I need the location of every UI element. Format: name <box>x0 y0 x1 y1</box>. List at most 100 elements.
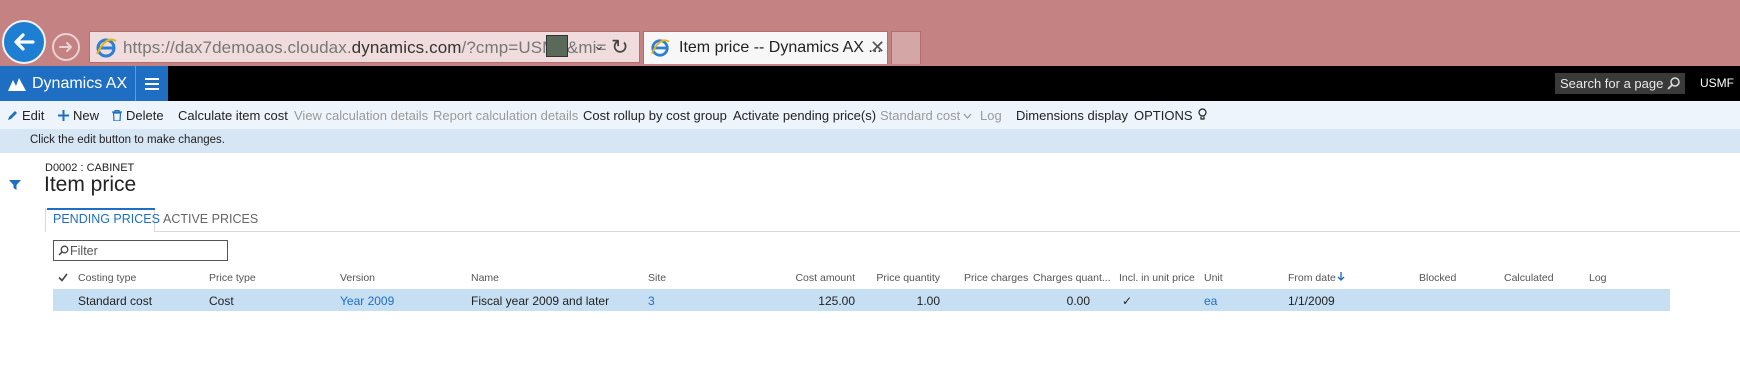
cell-cost-amount: 125.00 <box>818 294 855 308</box>
new-tab-button[interactable] <box>891 31 921 64</box>
lightbulb-button[interactable] <box>1198 108 1211 121</box>
brand-name: Dynamics AX <box>32 74 128 92</box>
tab-active-prices[interactable]: ACTIVE PRICES <box>163 212 258 226</box>
report-calculation-details-button[interactable]: Report calculation details <box>433 108 578 123</box>
close-icon[interactable]: ✕ <box>870 37 885 58</box>
cell-charges-quantity: 0.00 <box>1066 294 1090 308</box>
address-prefix: https://dax7demoaos.cloudax. <box>123 38 352 57</box>
cell-version-link[interactable]: Year 2009 <box>340 294 394 308</box>
column-header-incl-in-unit-price[interactable]: Incl. in unit price <box>1119 272 1195 284</box>
back-button[interactable] <box>2 20 46 64</box>
edit-label: Edit <box>22 108 45 123</box>
filter-input[interactable] <box>70 242 220 259</box>
new-label: New <box>73 108 100 123</box>
log-label: Log <box>980 108 1002 123</box>
column-header-costing-type[interactable]: Costing type <box>78 272 136 284</box>
new-button[interactable]: New <box>58 108 99 123</box>
calculate-item-cost-button[interactable]: Calculate item cost <box>178 108 288 123</box>
select-all-checkmark-icon[interactable] <box>58 273 68 282</box>
column-header-log[interactable]: Log <box>1589 272 1607 284</box>
dimensions-display-label: Dimensions display <box>1016 108 1128 123</box>
edit-button[interactable]: Edit <box>7 108 44 123</box>
column-header-price-quantity[interactable]: Price quantity <box>860 272 940 284</box>
cost-rollup-button[interactable]: Cost rollup by cost group <box>583 108 727 123</box>
cell-unit-link[interactable]: ea <box>1204 294 1217 308</box>
plus-icon <box>58 110 69 121</box>
brand-link[interactable]: Dynamics AX <box>0 66 135 101</box>
cell-site-link[interactable]: 3 <box>648 294 655 308</box>
forward-button[interactable] <box>52 33 80 61</box>
filter-pane-toggle-icon[interactable] <box>9 179 21 191</box>
column-header-cost-amount[interactable]: Cost amount <box>760 272 855 284</box>
cell-name: Fiscal year 2009 and later <box>471 294 610 308</box>
standard-cost-menu[interactable]: Standard cost <box>880 108 976 123</box>
lightbulb-icon <box>1198 108 1207 120</box>
column-header-price-charges[interactable]: Price charges <box>964 272 1028 284</box>
tabs-divider <box>45 231 1740 232</box>
table-row[interactable]: Standard cost Cost Year 2009 Fiscal year… <box>53 289 1670 311</box>
chevron-down-icon[interactable]: ⌄ <box>593 37 605 54</box>
cell-costing-type: Standard cost <box>78 294 153 308</box>
cell-incl-in-unit-price: ✓ <box>1122 294 1133 308</box>
view-calculation-details-button[interactable]: View calculation details <box>294 108 428 123</box>
cost-rollup-label: Cost rollup by cost group <box>583 108 727 123</box>
column-header-version[interactable]: Version <box>340 272 375 284</box>
page-search[interactable]: Search for a page <box>1555 73 1685 94</box>
search-icon <box>58 245 69 256</box>
browser-tab[interactable]: Item price -- Dynamics AX ... ✕ <box>643 31 888 64</box>
trash-icon <box>112 110 122 121</box>
app-header: Dynamics AX Search for a page USMF <box>0 66 1740 101</box>
chevron-down-icon <box>963 113 972 119</box>
message-bar: Click the edit button to make changes. <box>0 129 1740 153</box>
cell-price-quantity: 1.00 <box>916 294 940 308</box>
column-header-calculated[interactable]: Calculated <box>1504 272 1554 284</box>
arrow-right-icon <box>59 42 72 52</box>
action-pane: Edit New Delete Calculate item cost View… <box>0 101 1740 129</box>
column-header-price-type[interactable]: Price type <box>209 272 256 284</box>
address-domain: dynamics.com <box>351 38 462 57</box>
pencil-icon <box>8 111 17 120</box>
sort-descending-icon <box>1337 272 1345 281</box>
arrow-left-icon <box>14 33 35 51</box>
dimensions-display-button[interactable]: Dimensions display <box>1016 108 1128 123</box>
refresh-icon[interactable]: ↻ <box>611 35 629 60</box>
column-header-from-date[interactable]: From date <box>1288 272 1345 284</box>
grid-filter <box>53 240 228 261</box>
address-bar[interactable]: https://dax7demoaos.cloudax.dynamics.com… <box>89 31 640 63</box>
address-url: https://dax7demoaos.cloudax.dynamics.com… <box>123 38 607 58</box>
delete-button[interactable]: Delete <box>112 108 164 123</box>
delete-label: Delete <box>126 108 164 123</box>
column-header-unit[interactable]: Unit <box>1204 272 1223 284</box>
navigation-menu-button[interactable] <box>135 66 168 101</box>
search-placeholder: Search for a page <box>1560 76 1664 91</box>
tab-title: Item price -- Dynamics AX ... <box>679 39 882 56</box>
active-tab-indicator <box>47 208 155 210</box>
report-calculation-details-label: Report calculation details <box>433 108 579 123</box>
column-header-charges-quantity[interactable]: Charges quant... <box>1033 272 1111 284</box>
log-button[interactable]: Log <box>980 108 1002 123</box>
tab-pending-prices[interactable]: PENDING PRICES <box>53 212 160 226</box>
column-header-blocked[interactable]: Blocked <box>1419 272 1456 284</box>
hamburger-icon <box>145 77 159 90</box>
options-tab[interactable]: OPTIONS <box>1134 108 1193 123</box>
column-header-name[interactable]: Name <box>471 272 499 284</box>
cell-from-date: 1/1/2009 <box>1288 294 1335 308</box>
activate-pending-button[interactable]: Activate pending price(s) <box>733 108 876 123</box>
view-calculation-details-label: View calculation details <box>294 108 429 123</box>
address-suffix: /?cmp=USMF&mi= <box>461 38 607 57</box>
page-title: Item price <box>44 173 137 196</box>
message-text: Click the edit button to make changes. <box>30 134 225 146</box>
calculate-item-cost-label: Calculate item cost <box>178 108 288 123</box>
ie-favicon-icon <box>95 37 117 64</box>
dynamics-logo-icon <box>8 77 26 91</box>
browser-chrome: https://dax7demoaos.cloudax.dynamics.com… <box>0 0 1740 66</box>
cell-price-type: Cost <box>209 294 234 308</box>
from-date-label: From date <box>1288 272 1336 284</box>
column-header-site[interactable]: Site <box>648 272 666 284</box>
ie-favicon-icon <box>650 38 670 63</box>
standard-cost-label: Standard cost <box>880 108 961 123</box>
company-picker[interactable]: USMF <box>1700 76 1734 90</box>
search-icon <box>1667 77 1680 90</box>
options-label: OPTIONS <box>1134 108 1193 123</box>
site-thumbnail-icon <box>546 35 568 57</box>
